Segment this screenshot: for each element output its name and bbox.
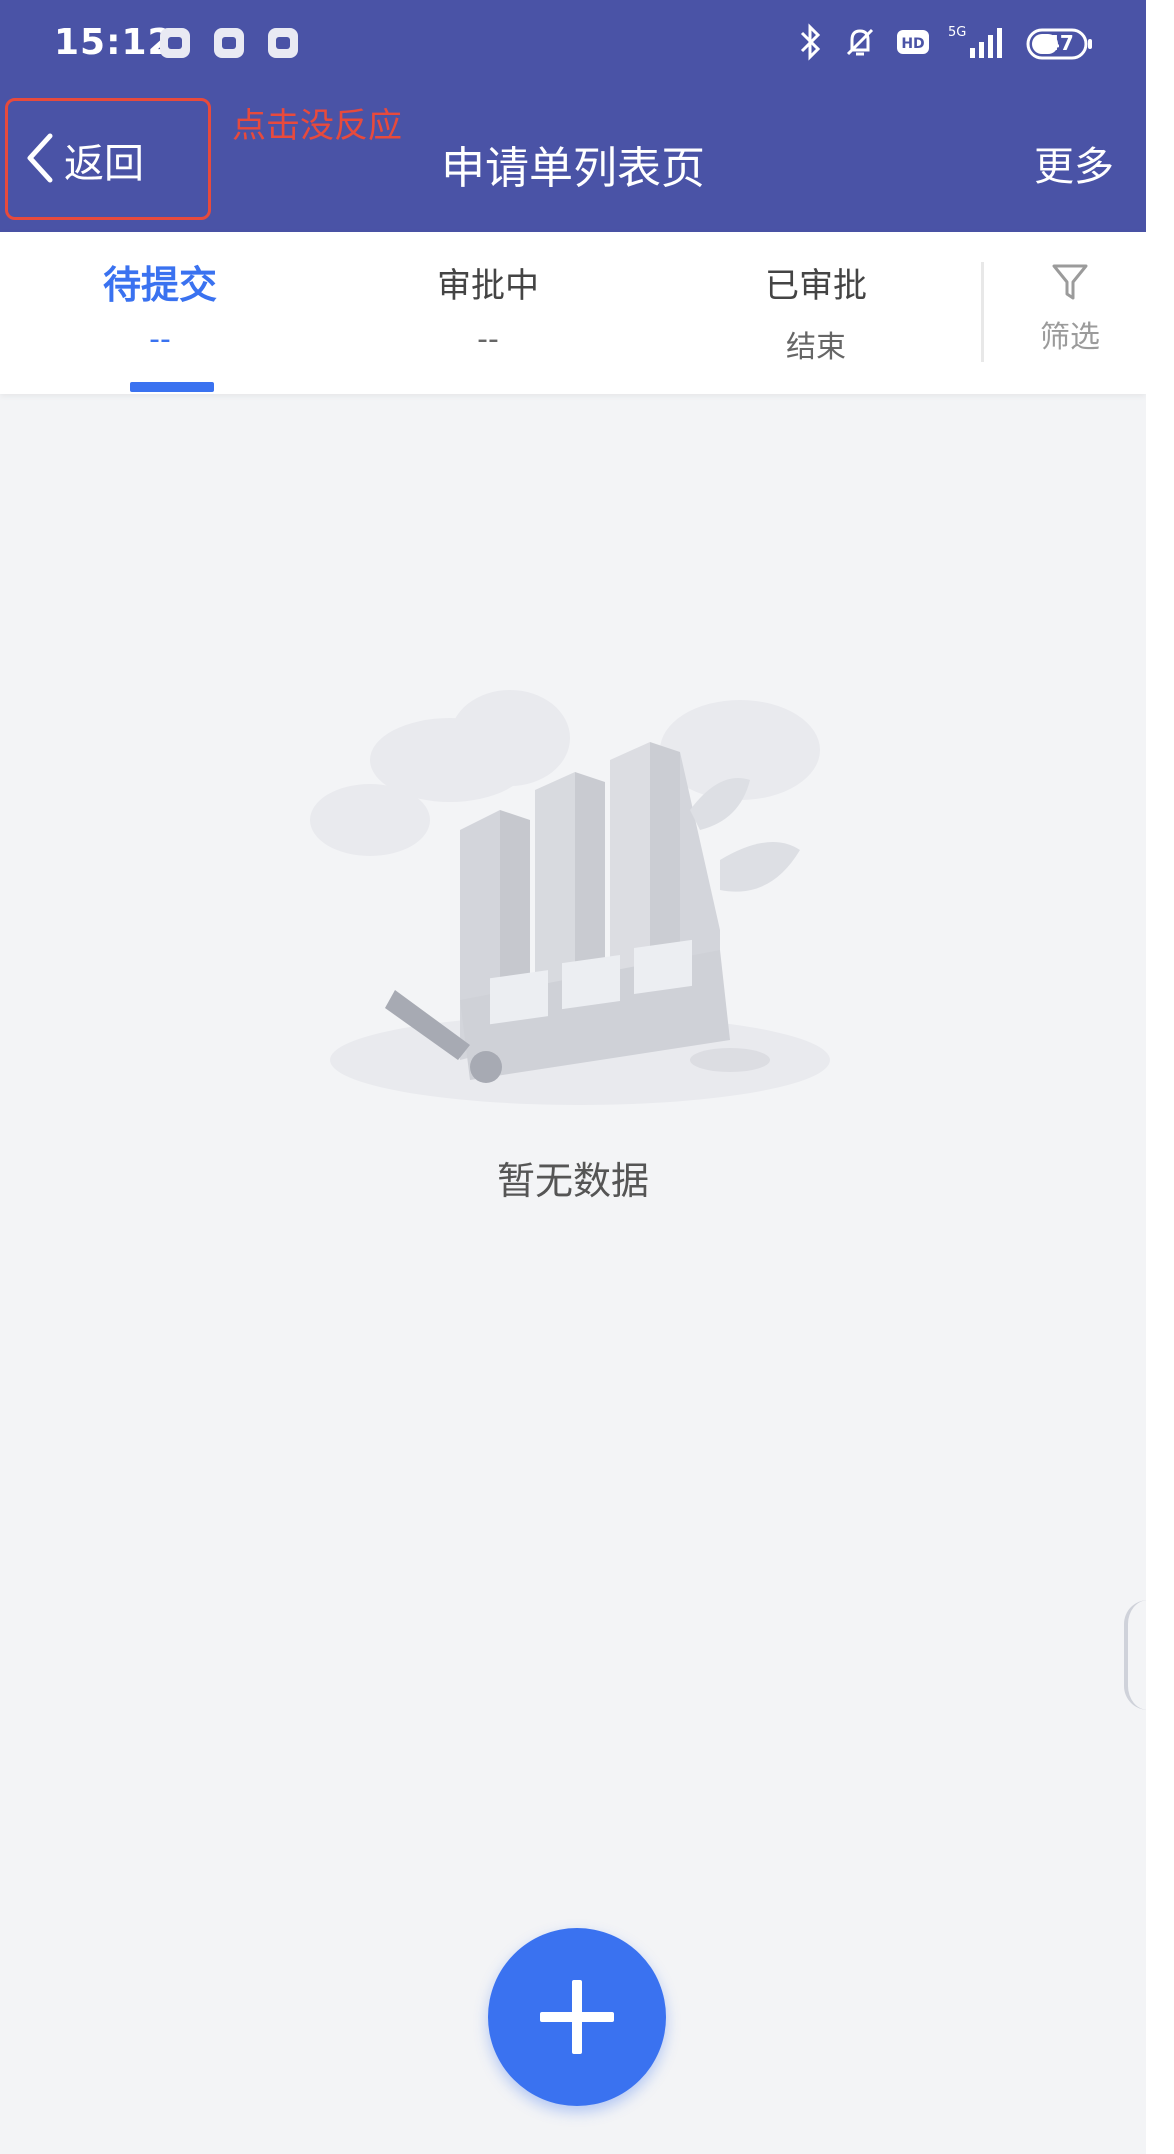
hd-icon: HD — [896, 27, 930, 61]
edge-swipe-handle[interactable] — [1124, 1600, 1146, 1710]
nav-bar: 返回 申请单列表页 更多 — [0, 100, 1146, 230]
app-notification-icon — [268, 28, 298, 58]
status-icons: HD 5G 47 — [798, 20, 1094, 68]
tab-approved[interactable]: 已审批 结束 — [666, 232, 966, 394]
active-tab-indicator — [130, 382, 214, 392]
filter-icon — [1050, 260, 1090, 308]
network-label: 5G — [948, 25, 966, 40]
tab-divider — [981, 262, 984, 362]
battery-icon: 47 — [1026, 27, 1094, 61]
filter-label: 筛选 — [1040, 320, 1100, 355]
page-title: 申请单列表页 — [441, 143, 705, 194]
more-button[interactable]: 更多 — [1034, 134, 1114, 192]
status-time: 15:12 — [54, 22, 174, 63]
bluetooth-icon — [798, 22, 824, 66]
tab-status: 结束 — [786, 330, 846, 365]
tab-title: 审批中 — [437, 266, 539, 306]
tab-bar: 待提交 -- 审批中 -- 已审批 结束 筛选 — [0, 232, 1146, 394]
tab-title: 待提交 — [102, 263, 217, 307]
app-notification-icon — [214, 28, 244, 58]
empty-state-text: 暂无数据 — [496, 1159, 649, 1203]
tab-title: 已审批 — [765, 266, 867, 306]
signal-icon: 5G — [946, 22, 1010, 66]
tab-pending-submit[interactable]: 待提交 -- — [10, 232, 310, 394]
tab-count: -- — [477, 322, 499, 357]
svg-text:HD: HD — [901, 36, 924, 52]
annotation-text: 点击没反应 — [232, 106, 402, 146]
battery-level: 47 — [1046, 31, 1074, 55]
wechat-notification-icon — [160, 28, 190, 58]
app-screen: 15:12 HD 5G 47 返回 申请单列表页 更多 点击没反应 待提交 --… — [0, 0, 1146, 2154]
tab-count: -- — [149, 322, 171, 357]
tab-in-approval[interactable]: 审批中 -- — [338, 232, 638, 394]
screen-margin — [1146, 0, 1174, 2154]
mute-bell-icon — [840, 22, 880, 66]
add-button[interactable] — [488, 1928, 666, 2106]
header-bar: 15:12 HD 5G 47 返回 申请单列表页 更多 — [0, 0, 1146, 232]
empty-state-illustration — [300, 660, 860, 1120]
filter-button[interactable]: 筛选 — [1010, 260, 1130, 370]
status-bar: 15:12 HD 5G 47 — [0, 0, 1146, 88]
file-holder-icon — [460, 742, 730, 1080]
